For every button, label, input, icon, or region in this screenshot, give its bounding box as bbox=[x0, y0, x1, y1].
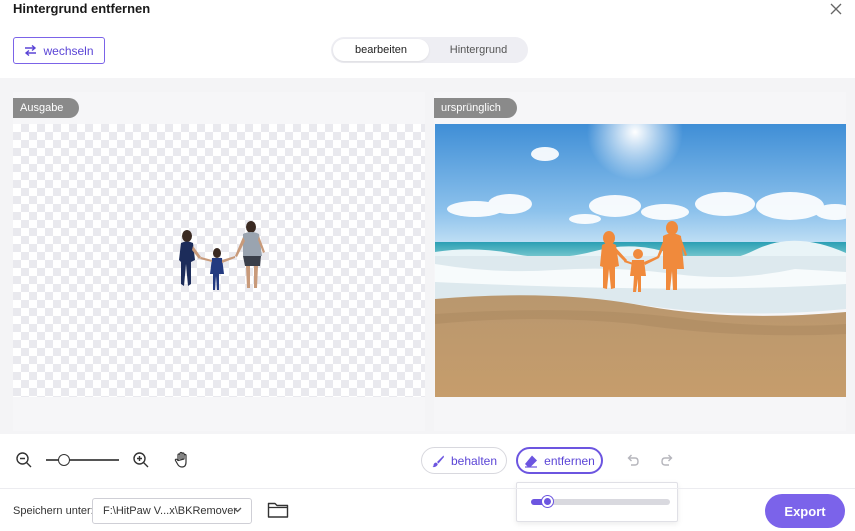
output-tag: Ausgabe bbox=[13, 98, 80, 118]
tab-edit[interactable]: bearbeiten bbox=[333, 39, 429, 61]
mode-tabs: bearbeiten Hintergrund bbox=[331, 37, 528, 63]
save-path-value: F:\HitPaw V...x\BKRemover bbox=[103, 505, 238, 517]
swap-arrows-icon bbox=[25, 45, 37, 56]
zoom-out-icon[interactable] bbox=[15, 451, 33, 469]
folder-icon[interactable] bbox=[267, 501, 289, 519]
brush-size-thumb[interactable] bbox=[541, 496, 553, 507]
original-tag: ursprünglich bbox=[434, 98, 517, 118]
cutout-figure-woman bbox=[179, 230, 201, 286]
eraser-icon bbox=[525, 455, 538, 468]
keep-brush-button[interactable]: behalten bbox=[421, 447, 507, 474]
tab-background[interactable]: Hintergrund bbox=[431, 39, 526, 61]
save-as-label: Speichern unter: bbox=[13, 505, 94, 517]
remove-brush-label: entfernen bbox=[544, 453, 595, 468]
keep-brush-label: behalten bbox=[450, 453, 498, 468]
switch-button[interactable]: wechseln bbox=[13, 37, 105, 64]
footer-divider bbox=[0, 488, 855, 489]
hand-pan-icon[interactable] bbox=[173, 451, 191, 469]
export-button[interactable]: Export bbox=[765, 494, 845, 528]
zoom-slider-track[interactable] bbox=[46, 459, 119, 461]
redo-icon[interactable] bbox=[659, 452, 675, 468]
zoom-in-icon[interactable] bbox=[132, 451, 150, 469]
switch-button-label: wechseln bbox=[43, 43, 94, 58]
window-title: Hintergrund entfernen bbox=[13, 1, 151, 16]
cutout-figure-man bbox=[235, 221, 265, 288]
output-canvas[interactable] bbox=[13, 124, 425, 397]
zoom-slider-thumb[interactable] bbox=[58, 454, 71, 466]
original-beach-photo bbox=[435, 124, 846, 397]
undo-icon[interactable] bbox=[625, 452, 641, 468]
cutout-figure-child bbox=[200, 248, 235, 290]
save-path-select[interactable]: F:\HitPaw V...x\BKRemover bbox=[92, 498, 252, 524]
output-subject-cutout bbox=[179, 221, 265, 290]
brush-icon bbox=[432, 455, 444, 467]
chevron-down-icon bbox=[233, 507, 242, 513]
remove-brush-button[interactable]: entfernen bbox=[516, 447, 603, 474]
close-icon[interactable] bbox=[828, 1, 844, 17]
background-remover-window: Hintergrund entfernen wechseln bearbeite… bbox=[0, 0, 855, 531]
original-canvas[interactable] bbox=[435, 124, 846, 397]
